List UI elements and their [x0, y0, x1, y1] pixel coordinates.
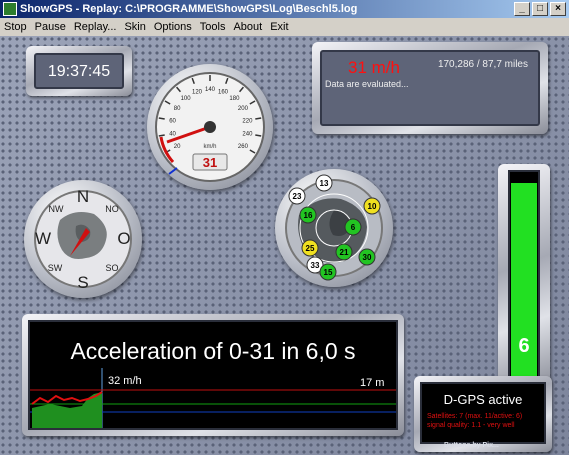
- satellite-id: 23: [293, 192, 302, 201]
- speedometer-readout: 31: [203, 155, 217, 170]
- satellite-sky-view: 13 23 16 10 6 25 21 30 33 15: [285, 174, 383, 281]
- satellite-id: 33: [311, 261, 320, 270]
- speedometer-tick-label: 180: [229, 96, 240, 102]
- menu-replay[interactable]: Replay...: [70, 21, 121, 33]
- compass-so: SO: [105, 263, 118, 273]
- speedometer-tick-label: 260: [238, 144, 249, 150]
- satellite-id: 16: [304, 211, 313, 220]
- close-button[interactable]: ×: [550, 2, 566, 16]
- app-icon[interactable]: [3, 2, 17, 16]
- speedometer-unit: km/h: [203, 144, 216, 150]
- menu-about[interactable]: About: [229, 21, 266, 33]
- compass-sw: SW: [48, 263, 63, 273]
- minimize-button[interactable]: _: [514, 2, 530, 16]
- compass-w: W: [35, 229, 51, 248]
- clock-time: 19:37:45: [47, 63, 111, 80]
- acceleration-panel: Acceleration of 0-31 in 6,0 s 32 m/h 17 …: [22, 314, 404, 436]
- speedometer-tick-label: 80: [174, 106, 181, 112]
- info-screen: 31 m/h 170,286 / 87,7 miles Data are eva…: [320, 50, 540, 126]
- speedometer-tick-label: 240: [242, 132, 253, 138]
- compass-o: O: [117, 229, 130, 248]
- speedometer-tick-label: 60: [169, 118, 176, 124]
- dgps-signal-quality: signal quality: 1.1 - very well: [427, 422, 515, 429]
- speedometer-tick: [255, 117, 262, 120]
- acceleration-headline: Acceleration of 0-31 in 6,0 s: [70, 338, 356, 364]
- speedometer-tick-label: 20: [174, 144, 181, 150]
- speedometer-tick: [158, 117, 165, 120]
- window-title: ShowGPS - Replay: C:\PROGRAMME\ShowGPS\L…: [20, 3, 358, 15]
- status-message: Data are evaluated...: [325, 79, 409, 89]
- menu-options[interactable]: Options: [150, 21, 196, 33]
- odometer: 170,286 / 87,7 miles: [437, 59, 528, 70]
- dashboard: 19:37:45 31 m/h 170,286 / 87,7 miles Dat…: [0, 36, 569, 455]
- dgps-panel: D-GPS active Satellites: 7 (max. 11/acti…: [414, 376, 552, 452]
- clock-screen: 19:37:45: [34, 53, 124, 89]
- speedometer-dial: 20 40 60 80100120 140 160180 200 220 240 260 km/h…: [155, 72, 265, 182]
- menu-exit[interactable]: Exit: [266, 21, 292, 33]
- compass-s: S: [77, 273, 88, 292]
- clock-panel: 19:37:45: [26, 46, 132, 96]
- skin-credit: Buttons by Pix...: [444, 442, 499, 449]
- speedometer-tick-label: 40: [169, 132, 176, 138]
- menu-stop[interactable]: Stop: [0, 21, 31, 33]
- satellite-id: 25: [306, 244, 315, 253]
- dgps-details: Satellites: 7 (max. 11/active: 6) signal…: [427, 412, 522, 430]
- signal-bar-panel: 6: [498, 164, 550, 388]
- speedometer-tick: [255, 134, 262, 137]
- graph-distance-label: 17 m: [360, 377, 384, 389]
- speedometer-tick-label: 140: [205, 87, 216, 93]
- compass-nw: NW: [49, 204, 64, 214]
- menu-pause[interactable]: Pause: [31, 21, 70, 33]
- compass: N S W O NW NO SW SO: [24, 180, 142, 298]
- speedometer-tick-label: 220: [242, 118, 253, 124]
- menu-tools[interactable]: Tools: [196, 21, 230, 33]
- signal-value: 6: [518, 335, 530, 357]
- speedometer-tick-label: 200: [238, 106, 249, 112]
- satellite-id: 6: [351, 223, 356, 232]
- current-speed: 31 m/h: [348, 58, 400, 77]
- compass-no: NO: [105, 204, 119, 214]
- graph-speed-label: 32 m/h: [108, 375, 142, 387]
- info-panel: 31 m/h 170,286 / 87,7 miles Data are eva…: [312, 42, 548, 134]
- dgps-screen: D-GPS active Satellites: 7 (max. 11/acti…: [420, 382, 546, 444]
- speedometer-tick-label: 160: [218, 89, 229, 95]
- satellite-id: 15: [324, 268, 333, 277]
- speedometer-tick-label: 100: [181, 96, 192, 102]
- menu-bar: Stop Pause Replay... Skin Options Tools …: [0, 18, 569, 36]
- satellite-id: 21: [340, 248, 349, 257]
- speedometer: 20 40 60 80 100 120 140 160 180 200 220 240 260 km/h…: [147, 64, 273, 190]
- acceleration-graph: 32 m/h 17 m: [30, 368, 396, 428]
- compass-n: N: [77, 187, 89, 206]
- maximize-button[interactable]: □: [532, 2, 548, 16]
- speedometer-tick: [158, 134, 165, 137]
- window-controls: _ □ ×: [514, 2, 566, 16]
- signal-bar-track: 6: [508, 170, 540, 382]
- satellite-id: 13: [320, 179, 329, 188]
- satellite-id: 30: [363, 253, 372, 262]
- dgps-satellites: Satellites: 7 (max. 11/active: 6): [427, 413, 523, 420]
- dgps-status: D-GPS active: [443, 392, 523, 407]
- acceleration-screen: Acceleration of 0-31 in 6,0 s 32 m/h 17 …: [28, 320, 398, 430]
- satellite-id: 10: [368, 202, 377, 211]
- menu-skin[interactable]: Skin: [120, 21, 149, 33]
- title-bar: ShowGPS - Replay: C:\PROGRAMME\ShowGPS\L…: [0, 0, 569, 18]
- satellite-globe: 13 23 16 10 6 25 21 30 33 15: [275, 169, 393, 287]
- speedometer-tick-label: 120: [192, 89, 203, 95]
- compass-dial: N S W O NW NO SW SO: [34, 187, 132, 292]
